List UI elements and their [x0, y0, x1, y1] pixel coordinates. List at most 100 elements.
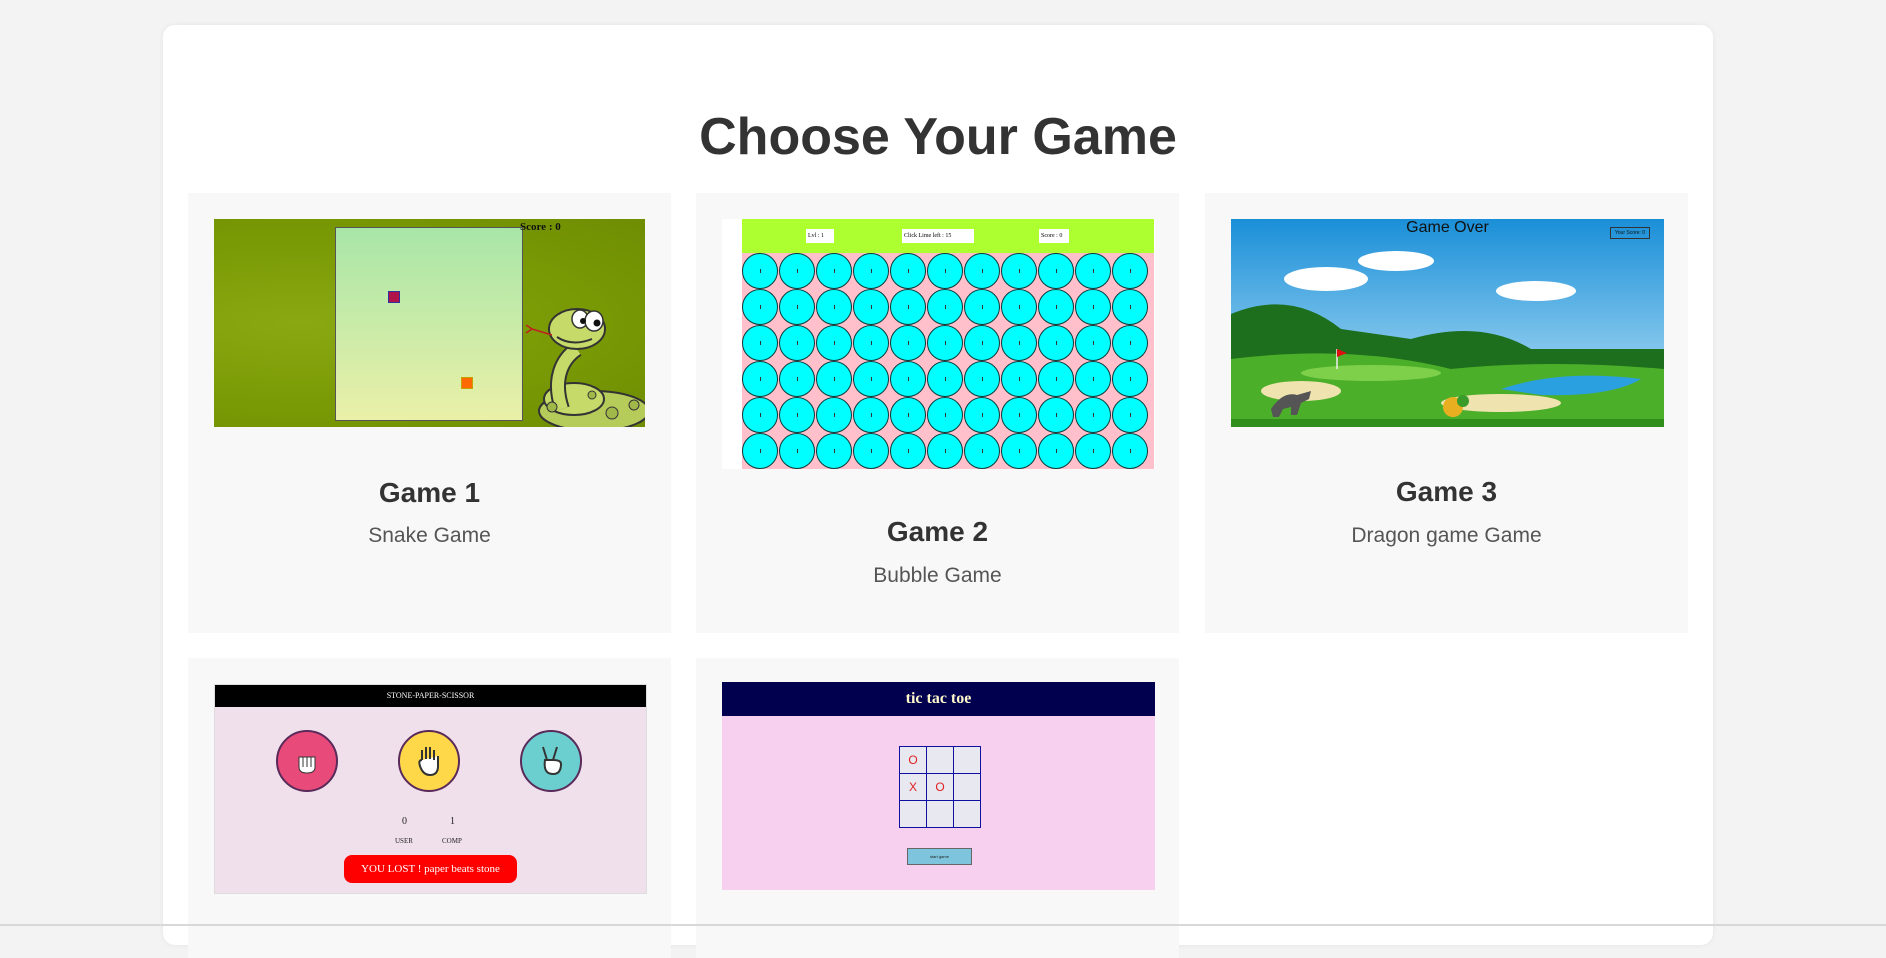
comp-label: COMP — [442, 837, 462, 845]
bubble — [1001, 253, 1037, 289]
bubble — [1112, 397, 1148, 433]
bubble — [1001, 361, 1037, 397]
bubble — [1001, 397, 1037, 433]
ttt-cell — [927, 747, 953, 773]
game-card-3[interactable]: Game Over Your Score: 0 Game 3 Dragon ga… — [1205, 193, 1688, 633]
game-card-5[interactable]: tic tac toe O X O start game — [696, 658, 1179, 958]
games-panel: Choose Your Game Score : 0 Game 1 Snake … — [163, 25, 1713, 958]
bubble — [779, 397, 815, 433]
bubble — [964, 397, 1000, 433]
bubble — [927, 397, 963, 433]
bubble — [1001, 433, 1037, 469]
game-1-description: Snake Game — [368, 524, 491, 547]
bubble-board: Lvl : 1 Click Lime left : 15 Score : 0 — [742, 219, 1154, 469]
bubble — [1038, 325, 1074, 361]
bubble — [1112, 325, 1148, 361]
game-over-text: Game Over — [1406, 219, 1489, 236]
tic-tac-toe-preview[interactable]: tic tac toe O X O start game — [722, 682, 1155, 890]
bubble — [964, 433, 1000, 469]
bubble — [1075, 253, 1111, 289]
paper-button — [398, 730, 460, 792]
bubble — [1038, 397, 1074, 433]
bubble — [927, 433, 963, 469]
peace-hand-icon — [542, 746, 563, 776]
start-game-button: start game — [907, 848, 972, 865]
bubble — [853, 325, 889, 361]
bubble — [890, 433, 926, 469]
bubble — [1112, 433, 1148, 469]
game-card-1[interactable]: Score : 0 Game 1 Snake Game — [188, 193, 671, 633]
bubble — [1038, 433, 1074, 469]
bubble — [853, 361, 889, 397]
your-score-button: Your Score: 0 — [1609, 227, 1650, 239]
bubble-header: Lvl : 1 Click Lime left : 15 Score : 0 — [742, 219, 1154, 253]
bubble — [779, 253, 815, 289]
bubble — [742, 433, 778, 469]
bubble-grid — [742, 253, 1154, 469]
ttt-cell: O — [900, 747, 926, 773]
ttt-cell: X — [900, 774, 926, 800]
game-3-description: Dragon game Game — [1351, 524, 1542, 547]
game-1-title: Game 1 — [378, 477, 481, 508]
bubble — [927, 289, 963, 325]
bubble — [853, 289, 889, 325]
bubble — [1001, 325, 1037, 361]
snake-game-preview[interactable]: Score : 0 — [214, 219, 645, 427]
bubble — [890, 397, 926, 433]
rock-button — [276, 730, 338, 792]
bubble-game-preview[interactable]: Lvl : 1 Click Lime left : 15 Score : 0 — [722, 219, 1155, 469]
bubble — [1075, 289, 1111, 325]
bubble — [779, 361, 815, 397]
ttt-header: tic tac toe — [722, 682, 1155, 716]
bubble — [1112, 289, 1148, 325]
user-score: 0 — [402, 816, 407, 827]
bubble — [742, 361, 778, 397]
game-2-description: Bubble Game — [873, 564, 1002, 587]
snake-board — [335, 227, 523, 421]
bubble — [816, 253, 852, 289]
bubble — [964, 361, 1000, 397]
ttt-cell — [900, 801, 926, 827]
game-2-title: Game 2 — [886, 516, 989, 547]
game-card-2[interactable]: Lvl : 1 Click Lime left : 15 Score : 0 G… — [696, 193, 1179, 633]
bubble-target: Click Lime left : 15 — [902, 229, 974, 243]
bubble — [742, 325, 778, 361]
bubble — [816, 433, 852, 469]
bubble — [742, 289, 778, 325]
bubble — [816, 289, 852, 325]
bubble — [816, 397, 852, 433]
bubble — [779, 289, 815, 325]
bubble — [1038, 289, 1074, 325]
snake-head — [461, 377, 473, 389]
bubble-score: Score : 0 — [1039, 229, 1069, 243]
bubble — [927, 325, 963, 361]
fist-icon — [298, 756, 316, 774]
bubble — [779, 325, 815, 361]
snake-food — [388, 291, 400, 303]
bubble — [853, 253, 889, 289]
bubble — [853, 433, 889, 469]
ttt-cell — [927, 801, 953, 827]
golf-landscape-image — [1231, 219, 1664, 427]
bubble — [927, 253, 963, 289]
snake-mascot-icon — [525, 308, 645, 427]
bubble — [890, 361, 926, 397]
bubble — [890, 253, 926, 289]
dragon-game-preview[interactable]: Game Over Your Score: 0 — [1231, 219, 1664, 427]
open-hand-icon — [418, 747, 439, 777]
ttt-cell — [954, 747, 980, 773]
bubble — [742, 253, 778, 289]
bubble — [816, 361, 852, 397]
comp-score: 1 — [450, 816, 455, 827]
bubble — [779, 433, 815, 469]
ttt-board: O X O — [899, 746, 981, 828]
bubble — [1038, 361, 1074, 397]
rps-game-preview[interactable]: STONE-PAPER-SCISSOR 0 1 USER COMP YOU LO… — [214, 684, 647, 894]
bubble — [1075, 397, 1111, 433]
bubble — [1038, 253, 1074, 289]
scissor-button — [520, 730, 582, 792]
bubble — [964, 253, 1000, 289]
bubble — [927, 361, 963, 397]
game-card-4[interactable]: STONE-PAPER-SCISSOR 0 1 USER COMP YOU LO… — [188, 658, 671, 958]
bubble — [1075, 361, 1111, 397]
